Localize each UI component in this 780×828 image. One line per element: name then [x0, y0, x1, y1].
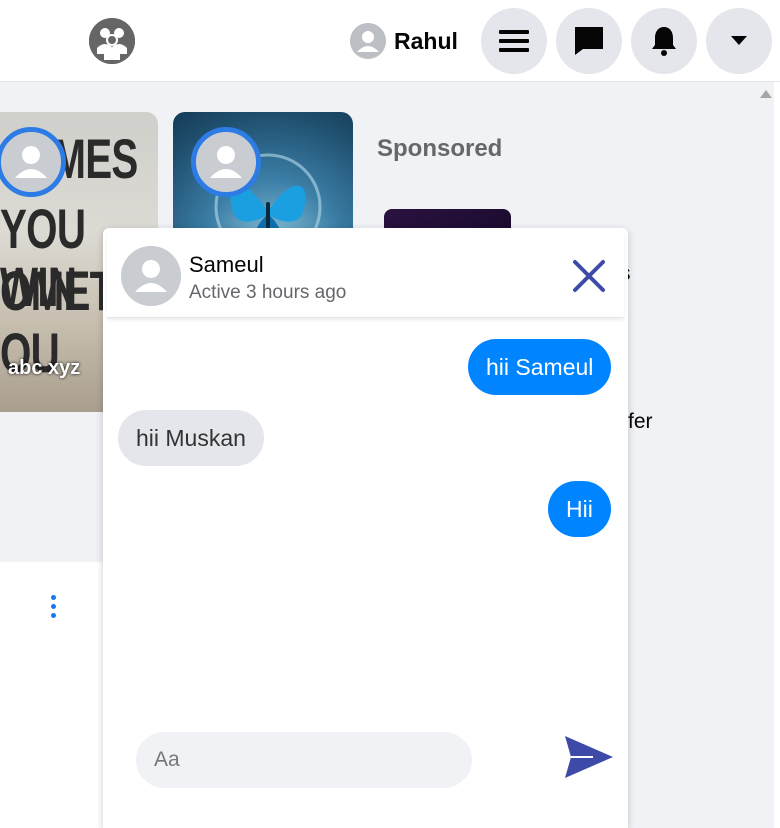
- sent-message: hii Sameul: [468, 339, 612, 395]
- menu-button[interactable]: [481, 8, 547, 74]
- message-input[interactable]: [136, 732, 472, 788]
- ad-text-fragment[interactable]: fer: [628, 410, 653, 434]
- messenger-button[interactable]: [556, 8, 622, 74]
- story-author-label: abc xyz: [8, 357, 81, 379]
- send-icon[interactable]: [563, 734, 615, 780]
- user-name: Rahul: [394, 27, 458, 54]
- notifications-button[interactable]: [631, 8, 697, 74]
- sent-message: Hii: [548, 481, 611, 537]
- story-avatar-icon: [191, 127, 261, 197]
- messenger-icon: [575, 27, 603, 55]
- caret-down-icon: [731, 36, 747, 45]
- received-message: hii Muskan: [118, 410, 264, 466]
- scrollbar-track[interactable]: [774, 82, 780, 828]
- chat-header: Sameul Active 3 hours ago: [107, 232, 624, 318]
- sponsored-heading: Sponsored: [377, 135, 503, 162]
- chat-window: Sameul Active 3 hours ago hii Sameul hii…: [103, 228, 628, 828]
- account-dropdown-button[interactable]: [706, 8, 772, 74]
- people-logo-icon[interactable]: [89, 18, 135, 64]
- bell-icon: [652, 27, 676, 56]
- contact-avatar-icon[interactable]: [121, 246, 181, 306]
- top-navigation-bar: Rahul: [0, 0, 780, 82]
- more-options-icon[interactable]: [49, 595, 57, 621]
- current-user[interactable]: Rahul: [350, 22, 458, 60]
- scroll-up-arrow-icon[interactable]: [760, 90, 772, 98]
- user-avatar-icon: [350, 23, 386, 59]
- close-icon[interactable]: [569, 256, 609, 296]
- contact-name[interactable]: Sameul: [189, 252, 264, 278]
- menu-icon: [499, 30, 529, 52]
- contact-status: Active 3 hours ago: [189, 282, 347, 303]
